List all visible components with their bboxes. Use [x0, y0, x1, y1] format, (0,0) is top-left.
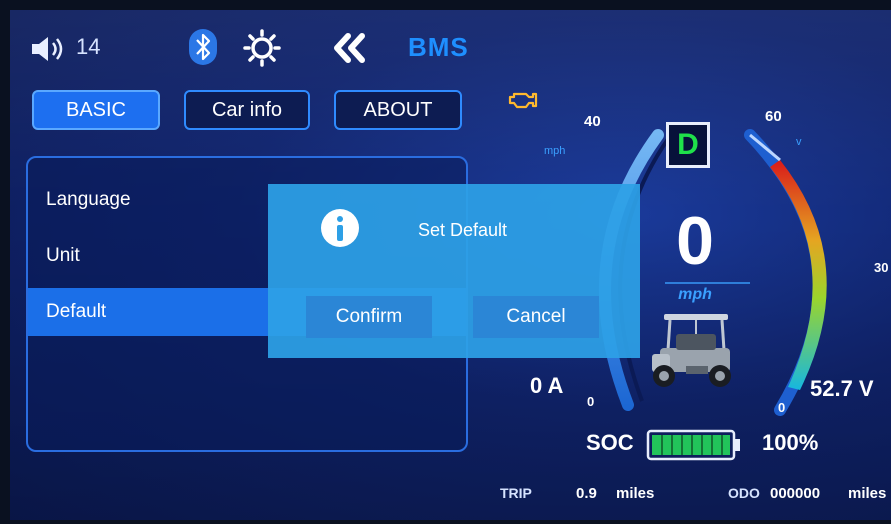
bms-screen: 14 BMS BASIC Car info ABOUT Language Uni…: [10, 10, 891, 520]
current-value: 0 A: [530, 373, 564, 398]
battery-icon: [646, 429, 740, 461]
golf-cart-image: [652, 314, 731, 387]
trip-unit: miles: [616, 485, 655, 502]
voltage-gauge-min: 0: [778, 400, 786, 415]
trip-value: 0.9: [576, 485, 597, 502]
dialog-message: Set Default: [418, 220, 508, 240]
speed-unit: mph: [678, 286, 712, 303]
set-default-dialog: Set Default Confirm Cancel: [268, 184, 640, 358]
soc-value: 100%: [762, 430, 819, 455]
gear-indicator: D: [666, 122, 710, 168]
info-icon: [321, 209, 359, 247]
speaker-icon[interactable]: [30, 34, 68, 64]
cancel-button[interactable]: Cancel: [473, 296, 599, 338]
volume-level: 14: [76, 34, 101, 59]
speed-gauge-unit: mph: [544, 145, 566, 157]
app-title: BMS: [408, 32, 469, 62]
odo-value: 000000: [770, 485, 821, 502]
voltage-gauge-unit: v: [796, 136, 802, 148]
bluetooth-icon[interactable]: [188, 28, 218, 66]
tab-about[interactable]: ABOUT: [334, 90, 462, 130]
odo-label: ODO: [728, 485, 760, 501]
back-icon[interactable]: [328, 30, 370, 66]
voltage-gauge-max: 60: [765, 108, 782, 125]
voltage-value: 52.7 V: [810, 376, 874, 401]
confirm-button[interactable]: Confirm: [306, 296, 432, 338]
speed-gauge-min: 0: [587, 394, 595, 409]
tab-car-info[interactable]: Car info: [184, 90, 310, 130]
odo-unit: miles: [848, 485, 887, 502]
speed-value: 0: [676, 203, 714, 279]
trip-label: TRIP: [500, 485, 532, 501]
speed-gauge-max: 40: [584, 113, 601, 130]
soc-label: SOC: [586, 430, 634, 455]
brightness-icon[interactable]: [242, 28, 282, 68]
voltage-gauge-mid: 30: [874, 260, 889, 275]
tab-basic[interactable]: BASIC: [32, 90, 160, 130]
